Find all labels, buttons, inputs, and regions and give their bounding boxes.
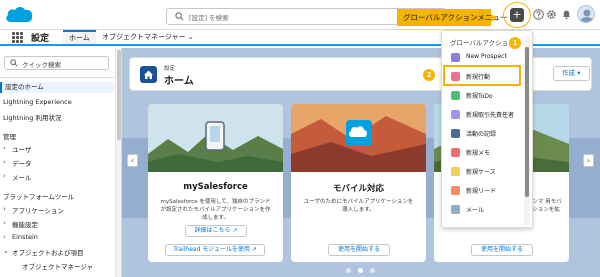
carousel-next-button[interactable]: ›	[583, 154, 594, 167]
scrollbar-thumb[interactable]	[525, 47, 529, 197]
carousel-dot[interactable]	[370, 268, 375, 273]
user-avatar-icon	[580, 9, 594, 22]
page-title: ホーム	[164, 76, 194, 87]
chevron-down-icon: ⌄	[3, 247, 9, 255]
app-launcher-icon[interactable]	[12, 32, 23, 43]
action-new-note[interactable]: 新規メモ	[442, 144, 524, 162]
mysalesforce-illustration	[148, 104, 283, 172]
help-icon[interactable]	[533, 9, 544, 20]
notification-bell-icon[interactable]	[561, 9, 572, 20]
chevron-right-icon: ›	[3, 205, 6, 213]
sidebar-item-object-manager[interactable]: オブジェクトマネージャ	[22, 261, 93, 271]
action-email[interactable]: メール	[442, 201, 524, 219]
carousel-indicators	[346, 267, 382, 275]
tab-home[interactable]: ホーム	[63, 30, 96, 44]
card-title: mySalesforce	[183, 182, 248, 192]
get-started-button[interactable]: 使用を開始する	[328, 244, 390, 256]
action-label: 新規メモ	[466, 150, 491, 157]
note-icon	[451, 148, 460, 157]
carousel-prev-button[interactable]: ‹	[127, 154, 138, 167]
user-avatar[interactable]	[577, 5, 595, 23]
sidebar-item-apps[interactable]: アプリケーション	[12, 205, 64, 215]
create-menu-button[interactable]: 作成 ▾	[553, 66, 590, 81]
chevron-right-icon: ›	[3, 172, 6, 180]
learn-more-button[interactable]: 詳細はこちら ↗	[185, 225, 247, 237]
lead-icon	[451, 186, 460, 195]
sidebar-item-email[interactable]: メール	[12, 172, 32, 182]
sidebar-item-feature-settings[interactable]: 機能設定	[12, 219, 38, 229]
global-actions-header: グローバルアクション	[450, 39, 515, 47]
action-label: 新規リード	[466, 188, 497, 195]
step-badge-1: 1	[509, 37, 521, 49]
sidebar-item-lightning-usage[interactable]: Lightning 利用状況	[3, 112, 61, 122]
action-log-activity[interactable]: 活動の記録	[442, 125, 524, 143]
action-label: 新規ケース	[466, 169, 496, 176]
global-actions-menu: グローバルアクション New Prospect 新規行動 新規ToDo 新規取引…	[441, 30, 533, 228]
card-title: モバイル対応	[332, 184, 384, 194]
prospect-icon	[451, 53, 460, 62]
action-new-case[interactable]: 新規ケース	[442, 163, 524, 181]
sidebar-scrollbar[interactable]	[115, 48, 121, 277]
sidebar-item-objects-and-fields[interactable]: オブジェクトおよび項目	[12, 247, 84, 257]
search-icon	[10, 59, 18, 67]
action-new-lead[interactable]: 新規リード	[442, 182, 524, 200]
task-icon	[451, 91, 460, 100]
action-new-contact[interactable]: 新規取引先責任者	[442, 106, 524, 124]
mobile-illustration	[291, 104, 426, 172]
get-started-button[interactable]: 使用を開始する	[471, 244, 533, 256]
carousel-dot[interactable]	[346, 268, 351, 273]
sidebar-item-einstein[interactable]: Einstein	[12, 233, 38, 241]
scrollbar-thumb[interactable]	[117, 50, 121, 140]
sidebar-item-lightning-experience[interactable]: Lightning Experience	[3, 98, 72, 106]
action-new-todo[interactable]: 新規ToDo	[442, 87, 524, 105]
search-icon	[175, 12, 184, 21]
sidebar-item-data[interactable]: データ	[12, 158, 32, 168]
quick-find-placeholder: クイック検索	[22, 61, 61, 69]
salesforce-logo[interactable]	[5, 6, 33, 25]
global-header: [設定] を検索 グローバルアクションメニュー +	[0, 0, 600, 30]
sidebar-item-users[interactable]: ユーザ	[12, 144, 31, 154]
step-badge-2: 2	[423, 69, 435, 81]
action-label: 活動の記録	[466, 131, 497, 138]
page-subtitle: 設定	[164, 66, 176, 72]
carousel-dot[interactable]	[358, 268, 363, 273]
global-actions-button[interactable]: +	[510, 8, 524, 22]
action-label: 新規取引先責任者	[466, 112, 515, 119]
quick-find-input[interactable]: クイック検索	[4, 56, 109, 70]
chevron-right-icon: ›	[3, 219, 6, 227]
card-mobile: モバイル対応 ユーザのためにモバイルアプリケーションを導入します。 使用を開始す…	[291, 104, 426, 262]
global-actions-callout: グローバルアクションメニュー	[397, 9, 507, 26]
sidebar-section-administration: 管理	[3, 133, 16, 141]
trailhead-module-button[interactable]: Trailhead モジュールを使用 ↗	[165, 244, 265, 256]
new-event-highlight	[443, 65, 521, 86]
action-label: New Prospect	[466, 53, 507, 60]
card-mysalesforce: mySalesforce mySalesforce を使用して、独自のブランドが…	[148, 104, 283, 262]
card-description: mySalesforce を使用して、独自のブランドが設定されたモバイルアプリケ…	[160, 199, 271, 221]
chevron-right-icon: ›	[3, 144, 6, 152]
tab-object-manager[interactable]: オブジェクトマネージャー ⌄	[98, 30, 198, 44]
menu-scrollbar[interactable]	[524, 37, 530, 225]
search-placeholder: [設定] を検索	[189, 14, 229, 22]
gear-icon[interactable]	[546, 9, 557, 20]
home-icon	[140, 66, 157, 83]
divider	[0, 77, 114, 78]
sidebar-section-platform-tools: プラットフォームツール	[3, 193, 75, 201]
case-icon	[451, 167, 460, 176]
app-name: 設定	[31, 34, 50, 44]
action-label: メール	[466, 207, 485, 214]
chevron-right-icon: ›	[3, 158, 6, 166]
card-description: ユーザのためにモバイルアプリケーションを導入します。	[303, 199, 414, 213]
chevron-right-icon: ›	[3, 233, 6, 241]
email-icon	[451, 205, 460, 214]
action-label: 新規ToDo	[466, 93, 493, 100]
log-call-icon	[451, 129, 460, 138]
setup-sidebar: クイック検索 設定のホーム Lightning Experience Light…	[0, 48, 122, 277]
sidebar-item-setup-home[interactable]: 設定のホーム	[0, 82, 114, 93]
contact-icon	[451, 110, 460, 119]
